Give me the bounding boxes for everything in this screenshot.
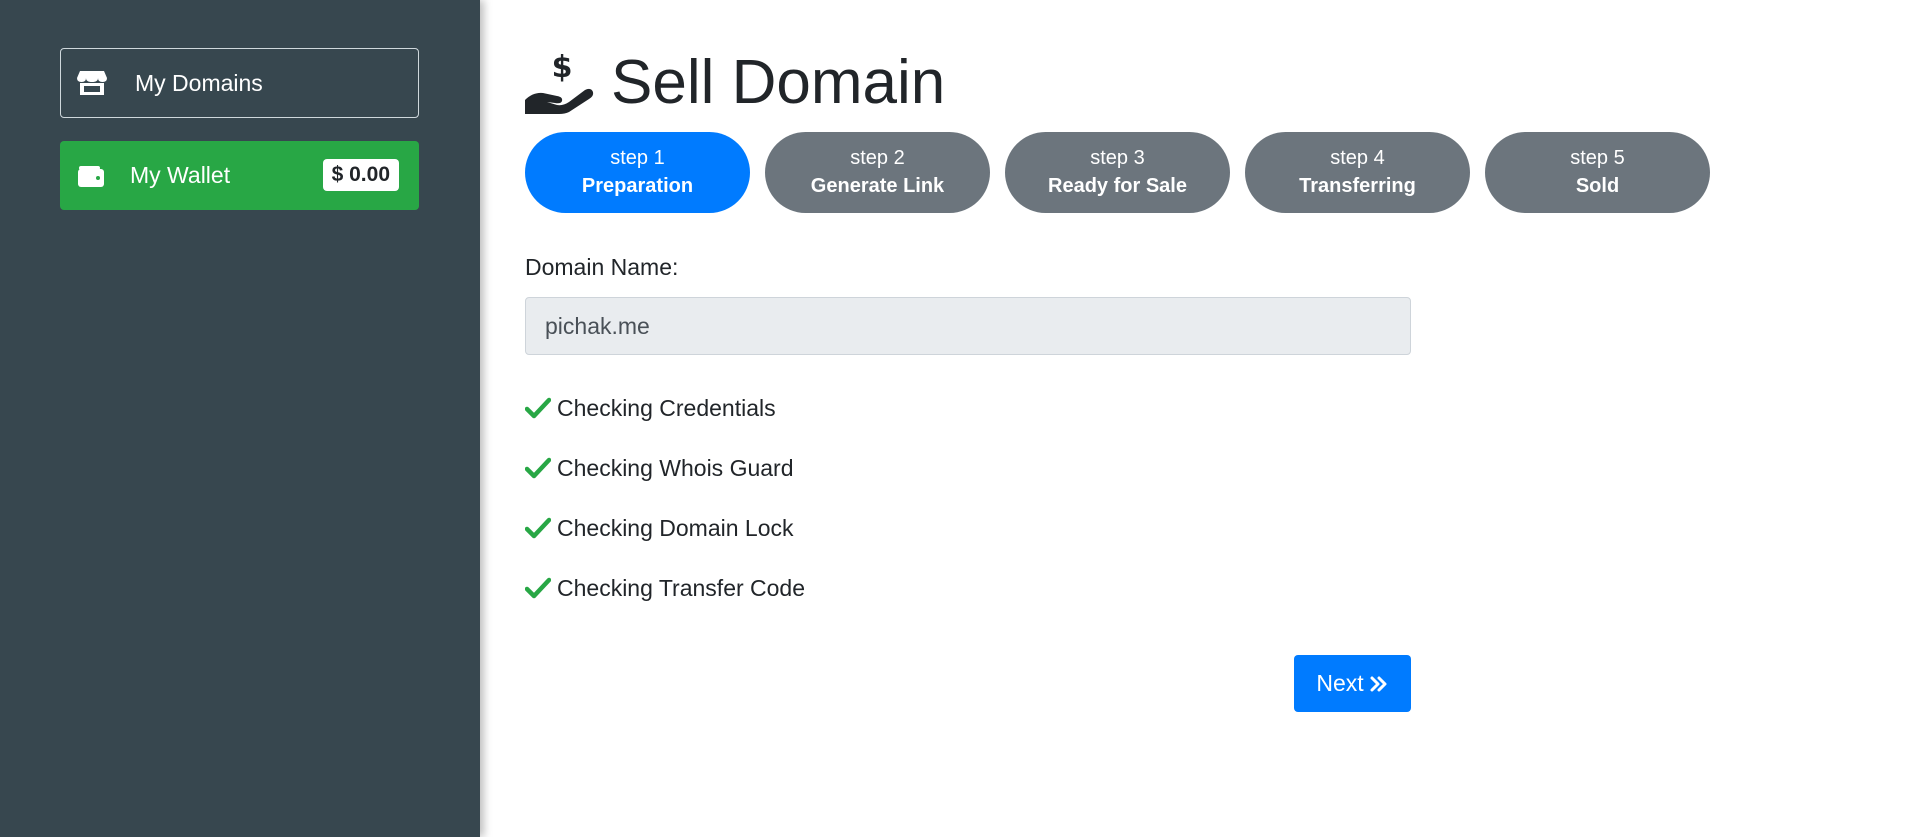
step-number: step 5 xyxy=(1570,146,1625,169)
domain-name-label: Domain Name: xyxy=(525,254,679,280)
step-name: Preparation xyxy=(581,174,694,197)
domain-name-input[interactable] xyxy=(525,297,1411,355)
step-number: step 1 xyxy=(610,146,665,169)
step-5[interactable]: step 5 Sold xyxy=(1485,132,1710,213)
check-icon xyxy=(525,457,551,479)
check-label: Checking Transfer Code xyxy=(557,574,806,601)
check-whois-guard: Checking Whois Guard xyxy=(525,438,805,498)
check-label: Checking Credentials xyxy=(557,394,776,421)
next-label: Next xyxy=(1316,670,1364,696)
step-indicator: step 1 Preparation step 2 Generate Link … xyxy=(525,132,1710,213)
check-transfer-code: Checking Transfer Code xyxy=(525,558,805,618)
check-domain-lock: Checking Domain Lock xyxy=(525,498,805,558)
check-icon xyxy=(525,517,551,539)
step-name: Sold xyxy=(1575,174,1620,197)
my-wallet-button[interactable]: My Wallet $ 0.00 xyxy=(60,141,419,210)
step-name: Generate Link xyxy=(810,174,945,197)
step-number: step 3 xyxy=(1090,146,1145,169)
hand-holding-dollar-icon: $ xyxy=(525,50,595,116)
double-chevron-right-icon xyxy=(1370,676,1387,691)
sidebar: My Domains My Wallet $ 0.00 xyxy=(0,0,480,837)
step-number: step 2 xyxy=(850,146,905,169)
my-domains-button[interactable]: My Domains xyxy=(60,48,419,118)
wallet-balance-badge: $ 0.00 xyxy=(322,159,399,191)
check-label: Checking Domain Lock xyxy=(557,514,794,541)
wallet-icon xyxy=(76,161,106,191)
checks-list: Checking Credentials Checking Whois Guar… xyxy=(525,378,805,618)
step-3[interactable]: step 3 Ready for Sale xyxy=(1005,132,1230,213)
svg-text:$: $ xyxy=(552,50,573,85)
check-label: Checking Whois Guard xyxy=(557,454,794,481)
step-2[interactable]: step 2 Generate Link xyxy=(765,132,990,213)
check-icon xyxy=(525,577,551,599)
my-domains-label: My Domains xyxy=(135,69,263,96)
step-1[interactable]: step 1 Preparation xyxy=(525,132,750,213)
page-header: $ Sell Domain xyxy=(525,48,945,118)
store-icon xyxy=(77,68,107,98)
page-title: Sell Domain xyxy=(611,48,946,117)
next-button[interactable]: Next xyxy=(1294,655,1411,712)
my-wallet-label: My Wallet xyxy=(130,162,231,188)
check-icon xyxy=(525,397,551,419)
step-name: Ready for Sale xyxy=(1048,174,1187,197)
step-4[interactable]: step 4 Transferring xyxy=(1245,132,1470,213)
step-name: Transferring xyxy=(1299,174,1416,197)
check-credentials: Checking Credentials xyxy=(525,378,805,438)
step-number: step 4 xyxy=(1330,146,1385,169)
